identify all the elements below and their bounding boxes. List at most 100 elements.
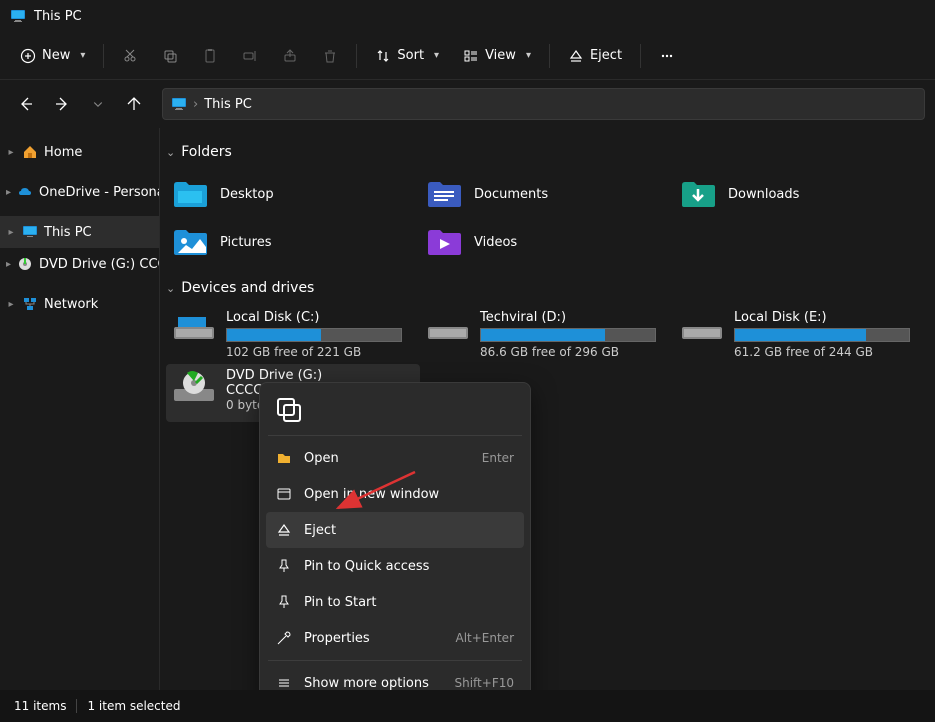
folder-pictures[interactable]: Pictures <box>166 218 420 266</box>
usage-bar <box>480 328 656 342</box>
drive-sub: 102 GB free of 221 GB <box>226 345 402 359</box>
chevron-down-icon: ⌄ <box>166 282 175 295</box>
context-icon-row <box>266 389 524 431</box>
eject-icon <box>276 522 292 538</box>
window-title: This PC <box>34 9 82 24</box>
sidebar-item-dvd[interactable]: ▸ DVD Drive (G:) CCCC <box>0 248 159 280</box>
context-shortcut: Alt+Enter <box>455 631 514 645</box>
sidebar-item-network[interactable]: ▸ Network <box>0 288 159 320</box>
folder-videos[interactable]: Videos <box>420 218 674 266</box>
drive-icon <box>680 310 724 346</box>
separator <box>549 44 550 68</box>
context-pin-start[interactable]: Pin to Start <box>266 584 524 620</box>
folder-icon <box>172 176 208 212</box>
arrow-up-icon <box>126 96 142 112</box>
view-button[interactable]: View <box>453 42 541 70</box>
chevron-down-icon <box>92 98 104 110</box>
context-copy-button[interactable] <box>272 393 304 425</box>
context-pin-quick-access[interactable]: Pin to Quick access <box>266 548 524 584</box>
context-label: Properties <box>304 631 443 646</box>
navbar: › This PC <box>0 80 935 128</box>
address-bar[interactable]: › This PC <box>162 88 925 120</box>
window-icon <box>276 486 292 502</box>
network-icon <box>22 296 38 312</box>
context-open-new-window[interactable]: Open in new window <box>266 476 524 512</box>
separator <box>268 660 522 661</box>
usage-bar <box>734 328 910 342</box>
folder-label: Downloads <box>728 187 799 202</box>
scissors-icon <box>122 48 138 64</box>
drive-label: Local Disk (C:) <box>226 310 402 325</box>
context-label: Open <box>304 451 470 466</box>
chevron-right-icon: ▸ <box>6 299 16 310</box>
eject-button[interactable]: Eject <box>558 42 632 70</box>
view-icon <box>463 48 479 64</box>
drive-icon <box>426 310 470 346</box>
sidebar-item-label: DVD Drive (G:) CCCC <box>39 257 160 272</box>
context-label: Show more options <box>304 676 442 691</box>
sidebar-item-label: This PC <box>44 225 92 240</box>
forward-button[interactable] <box>46 88 78 120</box>
breadcrumb-location[interactable]: This PC <box>204 97 252 112</box>
view-label: View <box>485 48 516 63</box>
sidebar-item-home[interactable]: ▸ Home <box>0 136 159 168</box>
rename-button[interactable] <box>232 42 268 70</box>
wrench-icon <box>276 630 292 646</box>
folder-downloads[interactable]: Downloads <box>674 170 928 218</box>
more-button[interactable] <box>649 42 685 70</box>
new-button[interactable]: New <box>10 42 95 70</box>
back-button[interactable] <box>10 88 42 120</box>
ellipsis-icon <box>659 48 675 64</box>
drive-techviral-d[interactable]: Techviral (D:) 86.6 GB free of 296 GB <box>420 306 674 364</box>
context-shortcut: Enter <box>482 451 514 465</box>
up-button[interactable] <box>118 88 150 120</box>
usage-bar <box>226 328 402 342</box>
folder-desktop[interactable]: Desktop <box>166 170 420 218</box>
content: ⌄ Folders Desktop Documents Downloads Pi… <box>160 128 935 690</box>
delete-button[interactable] <box>312 42 348 70</box>
status-bar: 11 items 1 item selected <box>0 690 935 722</box>
context-show-more[interactable]: Show more options Shift+F10 <box>266 665 524 690</box>
status-selected: 1 item selected <box>87 699 180 713</box>
folder-icon <box>680 176 716 212</box>
pc-icon <box>22 224 38 240</box>
copy-button[interactable] <box>152 42 188 70</box>
drive-label: Local Disk (E:) <box>734 310 910 325</box>
drive-local-e[interactable]: Local Disk (E:) 61.2 GB free of 244 GB <box>674 306 928 364</box>
section-devices[interactable]: ⌄ Devices and drives <box>166 280 935 296</box>
context-open[interactable]: Open Enter <box>266 440 524 476</box>
sort-button[interactable]: Sort <box>365 42 449 70</box>
cloud-icon <box>17 184 33 200</box>
chevron-down-icon: ⌄ <box>166 146 175 159</box>
context-properties[interactable]: Properties Alt+Enter <box>266 620 524 656</box>
menu-icon <box>276 675 292 690</box>
home-icon <box>22 144 38 160</box>
drive-label: Techviral (D:) <box>480 310 656 325</box>
drive-label: DVD Drive (G:) <box>226 368 402 383</box>
folder-label: Pictures <box>220 235 271 250</box>
sidebar-item-this-pc[interactable]: ▸ This PC <box>0 216 159 248</box>
context-eject[interactable]: Eject <box>266 512 524 548</box>
status-count: 11 items <box>14 699 66 713</box>
sidebar-item-onedrive[interactable]: ▸ OneDrive - Personal <box>0 176 159 208</box>
folder-icon <box>426 176 462 212</box>
folder-documents[interactable]: Documents <box>420 170 674 218</box>
separator <box>640 44 641 68</box>
section-folders[interactable]: ⌄ Folders <box>166 144 935 160</box>
chevron-right-icon: ▸ <box>6 227 16 238</box>
cut-button[interactable] <box>112 42 148 70</box>
paste-button[interactable] <box>192 42 228 70</box>
folder-label: Documents <box>474 187 548 202</box>
disc-icon <box>17 256 33 272</box>
chevron-right-icon: ▸ <box>6 147 16 158</box>
folders-grid: Desktop Documents Downloads Pictures Vid… <box>166 170 935 266</box>
recent-button[interactable] <box>82 88 114 120</box>
breadcrumb-sep: › <box>193 97 198 112</box>
sort-icon <box>375 48 391 64</box>
separator <box>76 699 77 713</box>
drive-local-c[interactable]: Local Disk (C:) 102 GB free of 221 GB <box>166 306 420 364</box>
drive-icon <box>172 310 216 346</box>
share-button[interactable] <box>272 42 308 70</box>
main: ▸ Home ▸ OneDrive - Personal ▸ This PC ▸… <box>0 128 935 690</box>
context-label: Pin to Quick access <box>304 559 514 574</box>
